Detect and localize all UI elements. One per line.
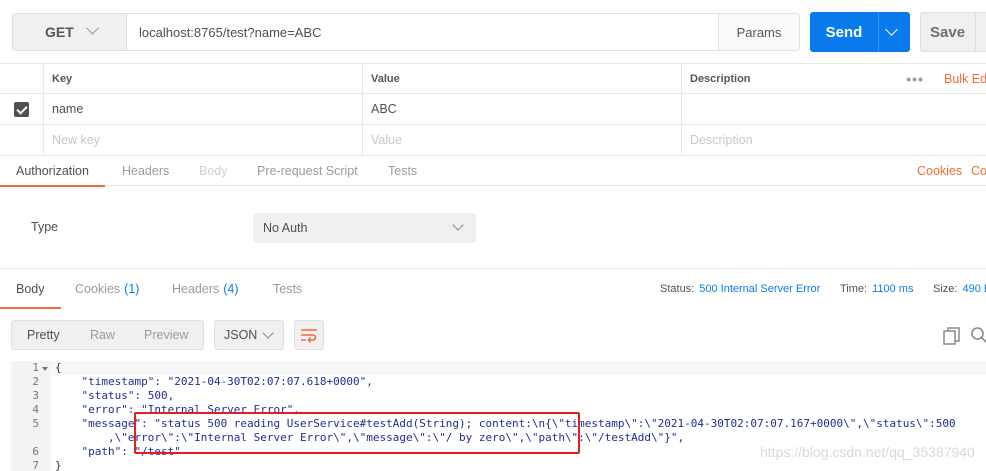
tab-authorization[interactable]: Authorization [0, 156, 105, 187]
view-mode-group: Pretty Raw Preview [11, 320, 204, 350]
auth-type-select[interactable]: No Auth [253, 213, 476, 243]
chevron-down-icon [452, 219, 464, 231]
param-row: name ABC [0, 94, 986, 125]
param-description[interactable] [681, 94, 986, 124]
auth-type-label: Type [31, 220, 59, 234]
wrap-lines-button[interactable] [294, 320, 324, 350]
time-readout: Time: 1100 ms [840, 269, 913, 308]
tab-headers[interactable]: Headers [122, 156, 169, 186]
line-number: 7 [32, 459, 39, 471]
size-value[interactable]: 490 B [962, 283, 986, 295]
view-pretty[interactable]: Pretty [27, 321, 60, 349]
code-line: } [55, 459, 62, 471]
header-description-label: Description [690, 72, 751, 85]
auth-type-value: No Auth [263, 221, 308, 235]
time-label: Time: [840, 282, 868, 295]
method-label: GET [45, 24, 74, 40]
status-label: Status: [660, 282, 695, 295]
params-button[interactable]: Params [718, 13, 800, 51]
cookies-link[interactable]: Cookies [917, 156, 962, 186]
response-bar: Body Cookies (1) Headers (4) Tests Statu… [0, 268, 986, 309]
format-value: JSON [224, 328, 258, 342]
response-tab-cookies[interactable]: Cookies (1) [75, 269, 139, 308]
copy-icon[interactable] [943, 327, 961, 345]
line-number: 3 [32, 389, 39, 402]
header-check-cell [0, 64, 43, 93]
new-check-cell [0, 125, 43, 155]
size-readout: Size: 490 B [933, 269, 986, 308]
wrap-icon [301, 329, 317, 343]
response-tab-cookies-label: Cookies [75, 281, 121, 296]
status-readout: Status: 500 Internal Server Error [660, 269, 820, 308]
header-description: Description [681, 64, 986, 93]
params-table: Key Value Description ••• Bulk Ed name A… [0, 63, 986, 156]
request-tabs: Authorization Headers Body Pre-request S… [0, 156, 986, 187]
method-select[interactable]: GET [12, 13, 127, 51]
headers-count: (4) [223, 281, 239, 296]
view-raw[interactable]: Raw [90, 321, 115, 349]
tab-pre-request-script[interactable]: Pre-request Script [257, 156, 358, 186]
param-value[interactable]: ABC [362, 94, 681, 124]
size-label: Size: [933, 282, 958, 295]
fold-arrow-icon[interactable] [42, 367, 48, 371]
response-tab-headers[interactable]: Headers (4) [172, 269, 239, 308]
chevron-down-icon [85, 21, 99, 35]
response-tab-headers-label: Headers [172, 281, 220, 296]
code-line: "timestamp": "2021-04-30T02:07:07.618+00… [55, 375, 373, 388]
response-tab-tests[interactable]: Tests [273, 269, 302, 308]
send-button[interactable]: Send [810, 12, 910, 52]
send-label: Send [825, 23, 863, 41]
chevron-down-icon [262, 327, 274, 339]
line-number: 4 [32, 403, 39, 416]
more-options-icon[interactable]: ••• [906, 64, 924, 93]
request-bar: GET localhost:8765/test?name=ABC Params … [0, 0, 986, 64]
active-line [51, 361, 986, 375]
annotation-highlight-box [134, 412, 580, 454]
response-toolbar: Pretty Raw Preview JSON [0, 318, 986, 352]
line-number: 1 [32, 361, 39, 374]
new-param-row: New key Value Description [0, 125, 986, 156]
save-divider [975, 13, 976, 51]
tab-tests[interactable]: Tests [388, 156, 417, 186]
param-check-cell [0, 94, 43, 124]
url-input[interactable]: localhost:8765/test?name=ABC [127, 13, 719, 51]
param-key[interactable]: name [43, 94, 362, 124]
search-icon[interactable] [970, 326, 986, 344]
send-divider [878, 12, 879, 52]
code-line: "status": 500, [55, 389, 175, 402]
save-button[interactable]: Save [920, 12, 986, 52]
send-dropdown-chevron-icon[interactable] [885, 23, 898, 36]
new-key-input[interactable]: New key [43, 125, 362, 155]
param-checkbox[interactable] [14, 101, 29, 117]
header-value: Value [362, 64, 681, 93]
new-description-input[interactable]: Description [681, 125, 986, 155]
response-tab-body[interactable]: Body [0, 269, 60, 309]
new-value-input[interactable]: Value [362, 125, 681, 155]
view-preview[interactable]: Preview [144, 321, 188, 349]
status-value[interactable]: 500 Internal Server Error [699, 283, 820, 295]
code-link[interactable]: Co [971, 156, 986, 186]
params-header-row: Key Value Description ••• Bulk Ed [0, 63, 986, 94]
code-line: { [55, 361, 62, 374]
tab-body[interactable]: Body [199, 156, 228, 186]
watermark: https://blog.csdn.net/qq_35387940 [760, 444, 975, 460]
line-number: 2 [32, 375, 39, 388]
line-number: 6 [32, 445, 39, 458]
bulk-edit-link[interactable]: Bulk Ed [944, 64, 986, 93]
save-label: Save [930, 23, 966, 41]
cookies-count: (1) [124, 281, 140, 296]
line-number: 5 [32, 417, 39, 430]
format-select[interactable]: JSON [214, 320, 284, 350]
header-key: Key [43, 64, 362, 93]
time-value[interactable]: 1100 ms [872, 283, 913, 295]
